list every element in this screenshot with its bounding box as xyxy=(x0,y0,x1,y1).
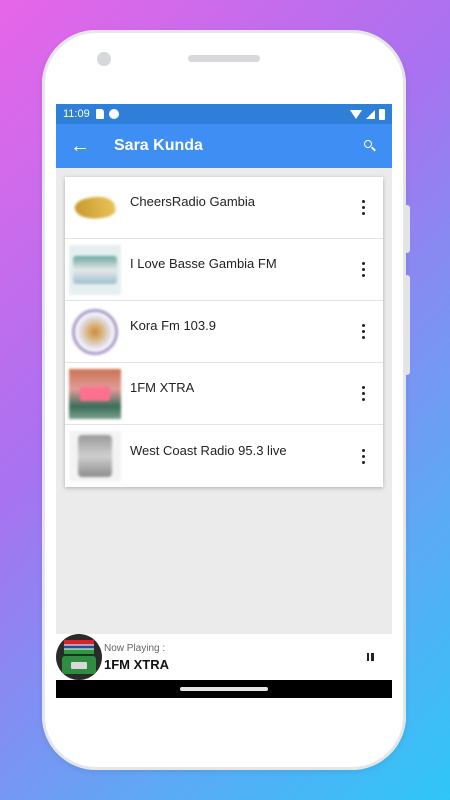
kora-fm-logo xyxy=(69,306,121,357)
station-name: I Love Basse Gambia FM xyxy=(130,256,277,271)
station-item-1fm-xtra[interactable]: 1FM XTRA xyxy=(65,363,383,425)
station-name: Kora Fm 103.9 xyxy=(130,318,216,333)
battery-icon xyxy=(379,108,385,120)
notification-dot-icon xyxy=(108,109,119,119)
arrow-back-icon[interactable]: ← xyxy=(70,135,100,158)
station-item-kora-fm[interactable]: Kora Fm 103.9 xyxy=(65,301,383,363)
status-time: 11:09 xyxy=(63,108,90,120)
home-gesture-handle[interactable] xyxy=(180,687,268,691)
power-button xyxy=(405,275,410,375)
system-nav-bar xyxy=(56,680,392,698)
more-vert-icon[interactable] xyxy=(349,436,377,476)
sd-card-icon xyxy=(95,109,104,119)
now-playing-title: 1FM XTRA xyxy=(104,656,169,672)
pause-icon[interactable] xyxy=(358,645,382,669)
west-coast-radio-logo xyxy=(69,431,121,481)
more-vert-icon[interactable] xyxy=(349,188,377,228)
more-vert-icon[interactable] xyxy=(349,374,377,414)
status-bar: 11:09 xyxy=(56,104,392,124)
station-item-basse-fm[interactable]: I Love Basse Gambia FM xyxy=(65,239,383,301)
front-camera xyxy=(97,52,111,66)
signal-icon xyxy=(366,109,375,119)
more-vert-icon[interactable] xyxy=(349,250,377,290)
page-title: Sara Kunda xyxy=(114,137,203,154)
volume-button xyxy=(405,205,410,253)
wifi-icon xyxy=(350,109,362,119)
station-name: CheersRadio Gambia xyxy=(130,194,256,209)
station-item-cheersradio[interactable]: CheersRadio Gambia xyxy=(65,177,383,239)
app-bar: ← Sara Kunda xyxy=(56,124,392,168)
more-vert-icon[interactable] xyxy=(349,312,377,352)
station-list: CheersRadio Gambia I Love Basse Gambia F… xyxy=(65,177,383,487)
radio-artwork xyxy=(56,634,102,680)
basse-fm-logo xyxy=(69,244,121,295)
station-item-west-coast[interactable]: West Coast Radio 95.3 live xyxy=(65,425,383,487)
now-playing-label: Now Playing : xyxy=(104,642,166,654)
earpiece-speaker xyxy=(188,55,260,62)
station-name: 1FM XTRA xyxy=(130,380,195,395)
1fm-xtra-logo xyxy=(69,368,121,419)
app-screen: 11:09 ← Sara Kunda CheersRadio Gambia I … xyxy=(56,104,392,698)
now-playing-bar[interactable]: Now Playing : 1FM XTRA xyxy=(56,634,392,680)
station-name: West Coast Radio 95.3 live xyxy=(130,442,287,458)
cheers-radio-logo xyxy=(69,182,121,233)
search-icon[interactable] xyxy=(362,138,378,154)
